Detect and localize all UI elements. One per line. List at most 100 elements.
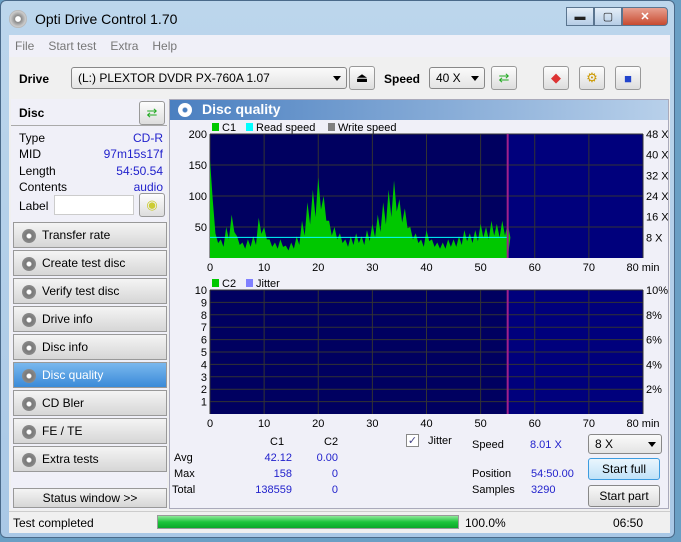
legend-label: Write speed xyxy=(338,122,397,134)
legend-label: Read speed xyxy=(256,122,315,134)
y2-tick-label: 48 X xyxy=(646,129,668,141)
y2-tick-label: 10% xyxy=(646,285,668,297)
menu-start-test[interactable]: Start test xyxy=(48,39,96,53)
nav-label: Create test disc xyxy=(42,256,126,270)
nav-verify-test-disc[interactable]: Verify test disc xyxy=(13,278,167,304)
x-tick-label: 10 xyxy=(258,418,270,430)
total-c2: 0 xyxy=(331,484,338,496)
start-part-button[interactable]: Start part xyxy=(588,485,660,507)
nav-label: Drive info xyxy=(42,312,93,326)
y-tick-label: 10 xyxy=(195,285,207,297)
x-tick-label: 50 xyxy=(475,262,487,274)
legend-label: C1 xyxy=(222,122,236,134)
nav-transfer-rate[interactable]: Transfer rate xyxy=(13,222,167,248)
save-button[interactable]: ■ xyxy=(615,66,641,90)
nav-disc-info[interactable]: Disc info xyxy=(13,334,167,360)
max-c1: 158 xyxy=(273,468,292,480)
nav-label: Verify test disc xyxy=(42,284,120,298)
jitter-label: Jitter xyxy=(428,435,452,447)
col-c2: C2 xyxy=(324,436,339,448)
start-full-button[interactable]: Start full xyxy=(588,458,660,480)
charts: C1 Read speed Write speed0 10 20 30 40 50 60 70 80… xyxy=(189,122,668,430)
x-tick-label: 80 min xyxy=(626,262,659,274)
contents-value: audio xyxy=(133,180,163,194)
length-value: 54:50.54 xyxy=(116,164,163,178)
progress-bar xyxy=(157,515,459,529)
nav-label: CD Bler xyxy=(42,396,85,410)
disc-icon xyxy=(22,229,36,243)
speed-stat-label: Speed xyxy=(472,439,504,451)
menu-help[interactable]: Help xyxy=(152,39,177,53)
y-tick-label: 8 xyxy=(201,310,207,322)
disc-mid-row: MID 97m15s17f xyxy=(19,147,163,161)
disc-icon xyxy=(22,425,36,439)
label-input[interactable] xyxy=(54,195,134,215)
nav-create-test-disc[interactable]: Create test disc xyxy=(13,250,167,276)
test-speed-select[interactable]: 8 X xyxy=(588,434,662,454)
y-tick-label: 50 xyxy=(195,222,207,234)
x-tick-label: 80 min xyxy=(626,418,659,430)
position-value: 54:50.00 xyxy=(531,468,574,480)
nav-fe-te[interactable]: FE / TE xyxy=(13,418,167,444)
nav-disc-quality[interactable]: Disc quality xyxy=(13,362,167,388)
nav-label: Disc quality xyxy=(42,368,104,382)
jitter-checkbox[interactable]: ✓ xyxy=(406,434,419,447)
x-tick-label: 70 xyxy=(583,262,595,274)
save-icon: ■ xyxy=(624,70,632,86)
toolbar: Drive (L:) PLEXTOR DVDR PX-760A 1.07 ⏏ S… xyxy=(9,60,670,98)
nav-extra-tests[interactable]: Extra tests xyxy=(13,446,167,472)
y-tick-label: 4 xyxy=(201,359,207,371)
status-window-button[interactable]: Status window >> xyxy=(13,488,167,508)
nav-label: Extra tests xyxy=(42,452,99,466)
avg-c2: 0.00 xyxy=(316,452,338,464)
legend-swatch xyxy=(328,123,335,131)
type-value: CD-R xyxy=(133,131,163,145)
x-tick-label: 30 xyxy=(366,418,378,430)
disc-quality-icon xyxy=(178,103,192,117)
legend-swatch xyxy=(246,123,253,131)
y-tick-label: 150 xyxy=(189,160,207,172)
y2-tick-label: 6% xyxy=(646,335,662,347)
eject-icon: ⏏ xyxy=(355,70,369,85)
minimize-button[interactable]: ▬ xyxy=(566,7,594,26)
mid-label: MID xyxy=(19,147,41,161)
elapsed-time: 06:50 xyxy=(613,516,644,530)
position-label: Position xyxy=(472,468,512,480)
x-tick-label: 20 xyxy=(312,418,324,430)
y-tick-label: 200 xyxy=(189,129,207,141)
x-tick-label: 30 xyxy=(366,262,378,274)
drive-select[interactable]: (L:) PLEXTOR DVDR PX-760A 1.07 xyxy=(71,67,347,89)
drive-label: Drive xyxy=(19,72,50,86)
eject-button[interactable]: ⏏ xyxy=(349,66,375,90)
x-tick-label: 20 xyxy=(312,262,324,274)
erase-button[interactable]: ◆ xyxy=(543,66,569,90)
label-disc-button[interactable]: ◉ xyxy=(139,193,165,217)
nav-drive-info[interactable]: Drive info xyxy=(13,306,167,332)
contents-label: Contents xyxy=(19,180,68,194)
speed-value: 40 X xyxy=(436,71,461,85)
x-tick-label: 50 xyxy=(475,418,487,430)
nav-cd-bler[interactable]: CD Bler xyxy=(13,390,167,416)
speed-select[interactable]: 40 X xyxy=(429,67,485,89)
settings-button[interactable]: ⚙ xyxy=(579,66,605,90)
label-label: Label xyxy=(19,199,49,213)
status-bar: Test completed 100.0% 06:50 xyxy=(9,511,670,533)
maximize-button[interactable]: ▢ xyxy=(594,7,622,26)
refresh-icon: ⇄ xyxy=(146,105,158,120)
y-tick-label: 6 xyxy=(201,335,207,347)
close-button[interactable]: ✕ xyxy=(622,7,668,26)
menu-file[interactable]: File xyxy=(15,39,34,53)
disc-length-row: Length 54:50.54 xyxy=(19,164,163,178)
gears-icon: ⚙ xyxy=(586,70,598,85)
chevron-down-icon xyxy=(648,442,656,447)
disc-quality-panel: Disc quality C1 Read speed Write speed 0 10 2… xyxy=(169,99,669,509)
y-tick-label: 9 xyxy=(201,297,207,309)
x-tick-label: 40 xyxy=(420,262,432,274)
refresh-button[interactable]: ⇄ xyxy=(491,66,517,90)
samples-value: 3290 xyxy=(531,484,556,496)
y2-tick-label: 4% xyxy=(646,359,662,371)
legend-swatch xyxy=(212,123,219,131)
disc-refresh-button[interactable]: ⇄ xyxy=(139,101,165,125)
menu-extra[interactable]: Extra xyxy=(110,39,138,53)
x-tick-label: 40 xyxy=(420,418,432,430)
